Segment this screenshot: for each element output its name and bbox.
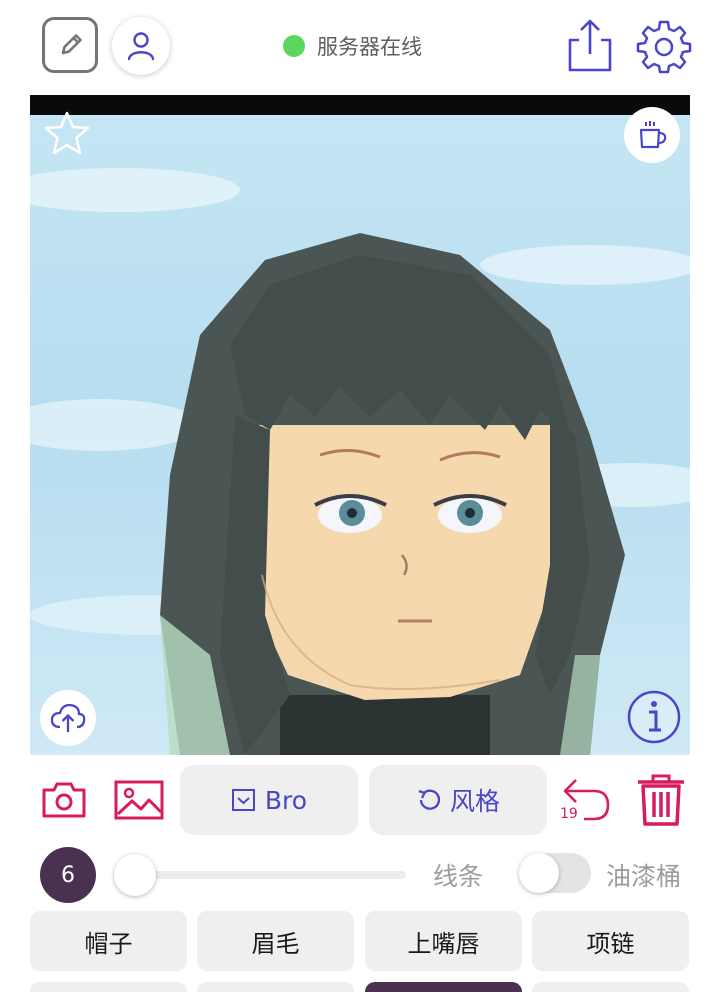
drawing-canvas[interactable] xyxy=(30,95,690,755)
category-hat[interactable]: 帽子 xyxy=(30,911,187,971)
refresh-icon xyxy=(416,787,442,813)
undo-button[interactable]: 19 xyxy=(556,772,616,828)
coffee-button[interactable] xyxy=(624,107,680,163)
server-status: 服务器在线 xyxy=(283,31,422,61)
gallery-button[interactable] xyxy=(113,778,165,822)
category-button[interactable] xyxy=(197,982,354,992)
settings-icon xyxy=(636,20,692,74)
category-eyebrows[interactable]: 眉毛 xyxy=(197,911,354,971)
favorite-button[interactable] xyxy=(42,109,92,159)
toggle-knob xyxy=(519,853,559,893)
user-profile-button[interactable] xyxy=(112,17,170,75)
top-bar: 服务器在线 xyxy=(0,0,720,90)
trash-icon xyxy=(638,774,684,826)
status-dot xyxy=(283,35,305,57)
coffee-cup-icon xyxy=(639,121,667,149)
style-button[interactable]: 风格 xyxy=(369,765,547,835)
edit-button[interactable] xyxy=(42,17,98,73)
checkbox-icon xyxy=(231,787,257,813)
category-necklace[interactable]: 项链 xyxy=(532,911,689,971)
camera-icon xyxy=(42,782,86,818)
category-button[interactable] xyxy=(30,982,187,992)
share-button[interactable] xyxy=(563,16,617,74)
model-label: Bro xyxy=(264,785,308,815)
model-select-button[interactable]: Bro xyxy=(180,765,358,835)
upload-cloud-icon xyxy=(50,703,86,732)
server-status-text: 服务器在线 xyxy=(317,35,422,59)
brush-size-slider[interactable] xyxy=(130,871,406,879)
user-icon xyxy=(127,32,155,61)
settings-button[interactable] xyxy=(636,18,692,74)
upload-button[interactable] xyxy=(40,690,96,746)
style-label: 风格 xyxy=(449,787,500,816)
undo-count: 19 xyxy=(560,806,578,822)
share-icon xyxy=(568,19,612,72)
bucket-toggle[interactable] xyxy=(519,853,591,893)
image-icon xyxy=(114,780,164,820)
lines-label: 线条 xyxy=(433,862,484,891)
category-button-active[interactable] xyxy=(365,982,522,992)
slider-thumb[interactable] xyxy=(114,854,156,896)
category-upper-lip[interactable]: 上嘴唇 xyxy=(365,911,522,971)
brush-size-badge[interactable]: 6 xyxy=(40,847,96,903)
info-icon xyxy=(627,690,681,744)
info-button[interactable] xyxy=(626,689,682,745)
category-button[interactable] xyxy=(532,982,689,992)
star-icon xyxy=(44,111,90,155)
bucket-label: 油漆桶 xyxy=(606,862,682,891)
camera-button[interactable] xyxy=(40,778,88,822)
portrait-artwork xyxy=(30,95,690,755)
edit-icon xyxy=(61,34,82,55)
delete-button[interactable] xyxy=(635,772,687,828)
